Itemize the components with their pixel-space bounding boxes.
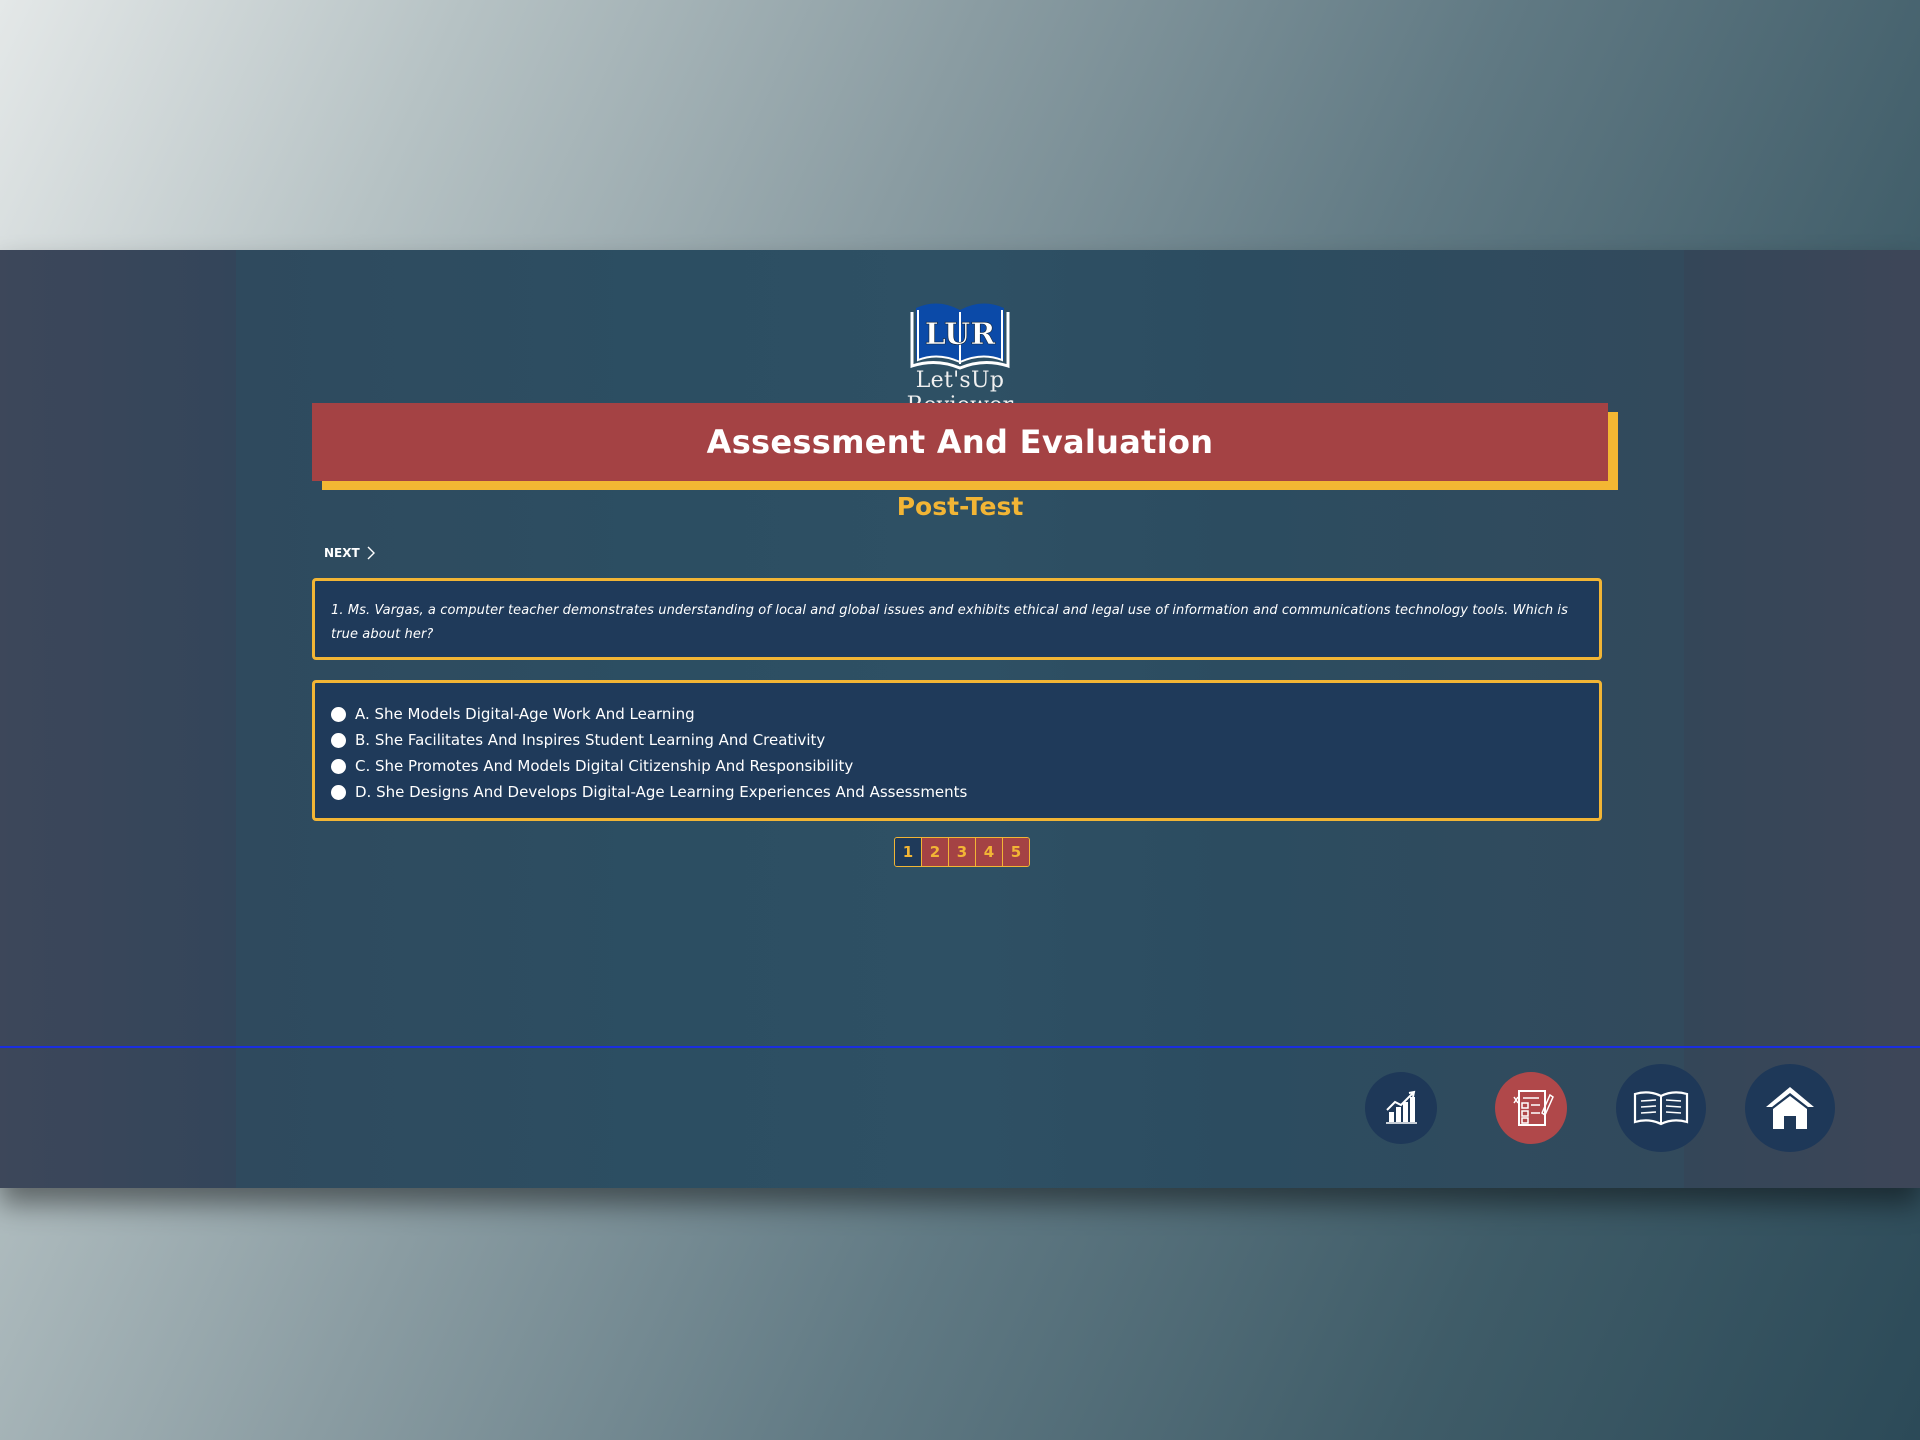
question-text: 1. Ms. Vargas, a computer teacher demons… <box>331 603 1569 642</box>
option-label: D. She Designs And Develops Digital-Age … <box>355 783 968 801</box>
question-pagination: 1 2 3 4 5 <box>894 837 1030 867</box>
page-subtitle: Post-Test <box>896 492 1024 521</box>
title-banner: Assessment And Evaluation <box>312 403 1608 481</box>
option-label: C. She Promotes And Models Digital Citiz… <box>355 757 854 775</box>
home-nav-button[interactable] <box>1745 1064 1835 1152</box>
next-button[interactable]: NEXT <box>324 542 376 564</box>
radio-button[interactable] <box>331 732 346 748</box>
app-window: LUR Let'sUp Reviewer Assessment And Eval… <box>0 250 1920 1188</box>
open-book-icon <box>1633 1091 1689 1126</box>
stats-nav-button[interactable] <box>1365 1072 1437 1144</box>
option-c[interactable]: C. She Promotes And Models Digital Citiz… <box>331 753 1599 779</box>
option-label: B. She Facilitates And Inspires Student … <box>355 731 826 749</box>
question-panel: 1. Ms. Vargas, a computer teacher demons… <box>312 578 1602 660</box>
next-label: NEXT <box>324 546 360 560</box>
options-panel: A. She Models Digital-Age Work And Learn… <box>312 680 1602 821</box>
page-button-3[interactable]: 3 <box>948 838 975 866</box>
exam-nav-button[interactable] <box>1495 1072 1567 1144</box>
logo-monogram: LUR <box>925 317 997 352</box>
option-b[interactable]: B. She Facilitates And Inspires Student … <box>331 727 1599 753</box>
option-a[interactable]: A. She Models Digital-Age Work And Learn… <box>331 701 1599 727</box>
radio-button[interactable] <box>331 784 346 800</box>
option-d[interactable]: D. She Designs And Develops Digital-Age … <box>331 779 1599 805</box>
page-title: Assessment And Evaluation <box>706 423 1214 461</box>
option-label: A. She Models Digital-Age Work And Learn… <box>355 705 695 723</box>
radio-button[interactable] <box>331 758 346 774</box>
page-button-2[interactable]: 2 <box>921 838 948 866</box>
brand-logo: LUR Let'sUp Reviewer <box>860 296 1060 418</box>
exam-sheet-icon <box>1513 1090 1554 1126</box>
book-logo-icon: LUR <box>910 303 1010 370</box>
bar-chart-icon <box>1386 1090 1417 1124</box>
page-button-4[interactable]: 4 <box>975 838 1002 866</box>
page-button-1[interactable]: 1 <box>895 838 921 866</box>
chevron-right-icon <box>367 546 375 560</box>
page-button-5[interactable]: 5 <box>1002 838 1029 866</box>
home-icon <box>1766 1087 1814 1129</box>
reviewer-nav-button[interactable] <box>1616 1064 1706 1152</box>
footer-divider <box>0 1046 1920 1048</box>
radio-button[interactable] <box>331 706 346 722</box>
